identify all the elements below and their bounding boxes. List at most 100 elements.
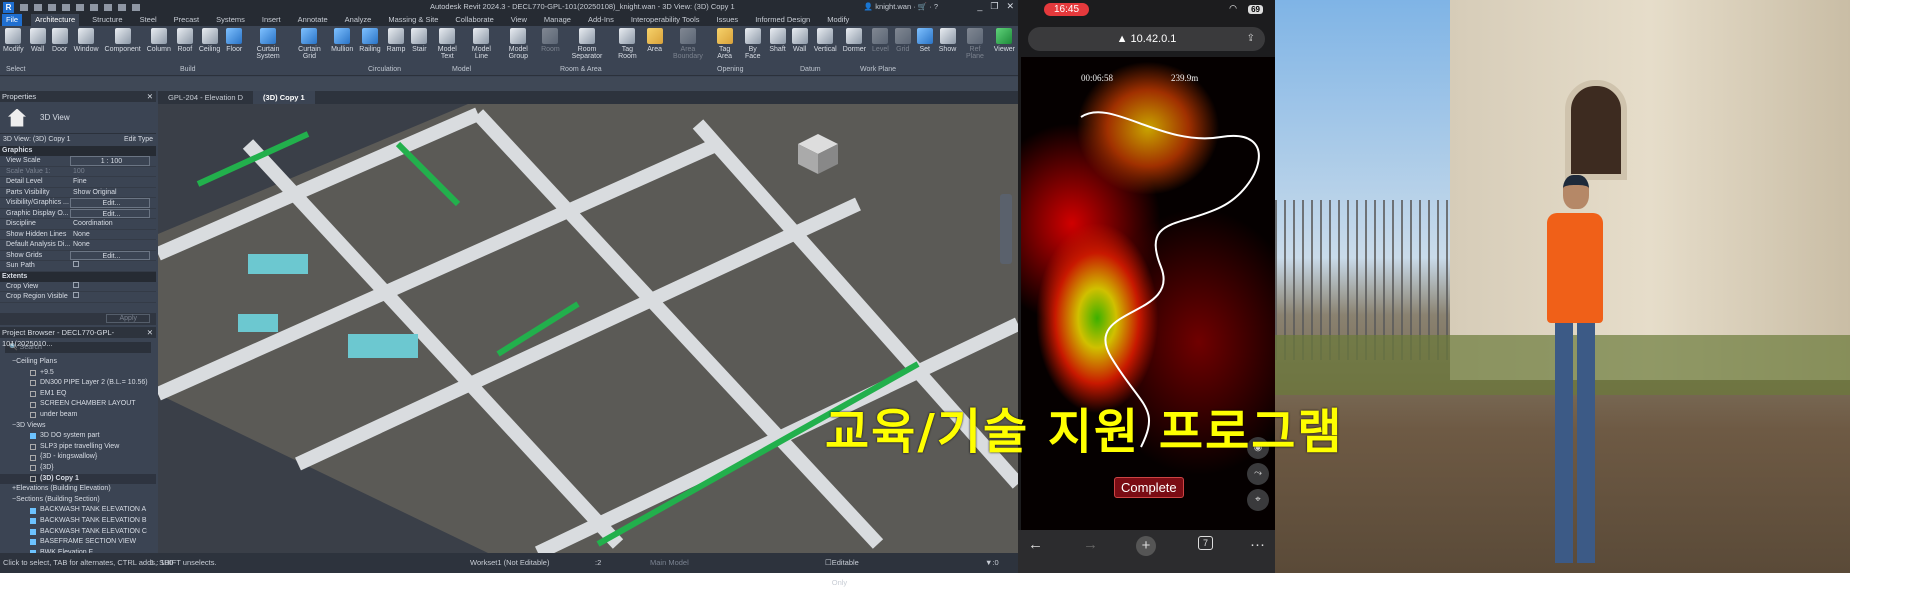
browser-item[interactable]: BASEFRAME SECTION VIEW: [0, 537, 156, 548]
ribbon-tab[interactable]: Massing & Site: [384, 14, 442, 26]
property-value[interactable]: Edit...: [70, 250, 150, 260]
instance-selector[interactable]: 3D View: (3D) Copy 1 Edit Type: [0, 134, 156, 146]
more-icon[interactable]: ···: [1250, 536, 1265, 553]
design-option-selector[interactable]: Main Model: [650, 553, 689, 573]
address-bar[interactable]: ▲ 10.42.0.1 ⇪: [1028, 27, 1265, 51]
ribbon-tab[interactable]: Precast: [170, 14, 203, 26]
tab-3d-copy-1[interactable]: (3D) Copy 1: [253, 91, 315, 104]
back-icon[interactable]: ←: [1028, 536, 1043, 553]
browser-item[interactable]: BACKWASH TANK ELEVATION A: [0, 505, 156, 516]
browser-item[interactable]: DN300 PIPE Layer 2 (B.L.= 10.56): [0, 378, 156, 389]
edit-type-button[interactable]: Edit Type: [124, 134, 153, 146]
property-value[interactable]: [70, 292, 156, 302]
save-icon[interactable]: [34, 3, 42, 11]
view-scale[interactable]: 1 : 100: [150, 553, 173, 573]
tabs-count[interactable]: 7: [1198, 536, 1214, 550]
button-label: Floor: [226, 46, 243, 53]
property-value[interactable]: None: [70, 230, 156, 240]
user-account[interactable]: 👤 knight.wan · 🛒 · ?: [864, 2, 938, 11]
text-icon[interactable]: [118, 3, 126, 11]
ribbon-tab[interactable]: File: [2, 14, 23, 26]
property-value[interactable]: Edit...: [70, 198, 150, 208]
property-value[interactable]: Show Original: [70, 188, 156, 198]
ribbon-tab[interactable]: View: [507, 14, 531, 26]
property-value[interactable]: [70, 261, 156, 271]
browser-item[interactable]: EM1 EQ: [0, 389, 156, 400]
browser-item[interactable]: − Ceiling Plans: [0, 357, 156, 368]
path-button[interactable]: ⤳: [1247, 463, 1269, 485]
3d-viewport[interactable]: [158, 104, 1018, 553]
apply-button[interactable]: Apply: [106, 314, 150, 323]
section-graphics[interactable]: Graphics: [0, 146, 156, 156]
close-icon[interactable]: ✕: [1006, 1, 1014, 12]
close-icon[interactable]: ✕: [147, 91, 153, 102]
ribbon-tab[interactable]: Annotate: [294, 14, 332, 26]
print-icon[interactable]: [90, 3, 98, 11]
forward-icon[interactable]: →: [1083, 536, 1098, 553]
revit-logo[interactable]: R: [3, 1, 14, 13]
browser-item[interactable]: 3D DO system part: [0, 431, 156, 442]
undo-icon[interactable]: [62, 3, 70, 11]
property-value[interactable]: None: [70, 240, 156, 250]
browser-item[interactable]: under beam: [0, 410, 156, 421]
checkbox[interactable]: [73, 281, 79, 288]
section-extents[interactable]: Extents: [0, 271, 156, 282]
browser-item[interactable]: SCREEN CHAMBER LAYOUT: [0, 399, 156, 410]
ribbon-tab[interactable]: Modify: [823, 14, 853, 26]
browser-item[interactable]: {3D}: [0, 463, 156, 474]
property-value[interactable]: 100: [70, 167, 156, 177]
group-select[interactable]: Select: [6, 66, 25, 73]
new-tab-icon[interactable]: +: [1136, 536, 1156, 556]
group-room-area[interactable]: Room & Area: [560, 66, 602, 73]
ribbon-tab[interactable]: Analyze: [341, 14, 376, 26]
workset-selector[interactable]: Workset1 (Not Editable): [470, 553, 549, 573]
navigation-bar[interactable]: [1000, 194, 1012, 264]
close-icon[interactable]: ✕: [147, 327, 153, 338]
restore-icon[interactable]: ❐: [990, 1, 998, 12]
property-value[interactable]: Edit...: [70, 208, 150, 218]
open-icon[interactable]: [20, 3, 28, 11]
ribbon-tab[interactable]: Interoperability Tools: [627, 14, 704, 26]
browser-item[interactable]: BACKWASH TANK ELEVATION B: [0, 516, 156, 527]
browser-item[interactable]: +9.5: [0, 368, 156, 379]
browser-item[interactable]: + Elevations (Building Elevation): [0, 484, 156, 495]
editable-only-checkbox[interactable]: ☐ Editable Only: [825, 553, 859, 587]
checkbox[interactable]: [73, 261, 79, 267]
ribbon-tab[interactable]: Systems: [212, 14, 249, 26]
property-value[interactable]: 1 : 100: [70, 156, 150, 166]
minimize-icon[interactable]: _: [977, 1, 982, 12]
type-selector[interactable]: 3D View: [0, 102, 156, 134]
browser-item[interactable]: SLP3 pipe travelling View: [0, 442, 156, 453]
ribbon-tab[interactable]: Add-Ins: [584, 14, 618, 26]
instance-name[interactable]: 3D View: (3D) Copy 1: [3, 134, 71, 146]
checkbox[interactable]: [73, 292, 79, 298]
complete-button[interactable]: Complete: [1114, 477, 1184, 498]
ribbon-tab[interactable]: Structure: [88, 14, 126, 26]
browser-item[interactable]: (3D) Copy 1: [0, 473, 156, 485]
property-value[interactable]: [70, 281, 156, 292]
filter-icon[interactable]: ▼:0: [985, 553, 999, 573]
browser-item[interactable]: − 3D Views: [0, 421, 156, 432]
redo-icon[interactable]: [76, 3, 84, 11]
ribbon-tab[interactable]: Collaborate: [451, 14, 497, 26]
ribbon-tab[interactable]: Issues: [713, 14, 743, 26]
share-icon[interactable]: ⇪: [1247, 27, 1255, 51]
3d-view-icon[interactable]: [132, 3, 140, 11]
tab-elevation-d[interactable]: GPL-204 - Elevation D: [158, 91, 253, 104]
browser-item[interactable]: BACKWASH TANK ELEVATION C: [0, 527, 156, 538]
ribbon-tab[interactable]: Architecture: [31, 14, 80, 26]
ribbon-tab[interactable]: Manage: [540, 14, 575, 26]
property-name: Sun Path: [6, 262, 35, 269]
browser-item[interactable]: − Sections (Building Section): [0, 495, 156, 506]
ribbon-tab[interactable]: Insert: [258, 14, 285, 26]
property-value[interactable]: Coordination: [70, 219, 156, 229]
sync-icon[interactable]: [48, 3, 56, 11]
property-value[interactable]: Fine: [70, 177, 156, 187]
ribbon-tab[interactable]: Informed Design: [751, 14, 814, 26]
browser-item[interactable]: {3D - kingswallow}: [0, 452, 156, 463]
ribbon-tab[interactable]: Steel: [136, 14, 161, 26]
property-name: Scale Value 1:: [6, 167, 51, 175]
measure-icon[interactable]: [104, 3, 112, 11]
add-marker-button[interactable]: ⌖: [1247, 489, 1269, 511]
property-name: Show Grids: [6, 251, 43, 259]
